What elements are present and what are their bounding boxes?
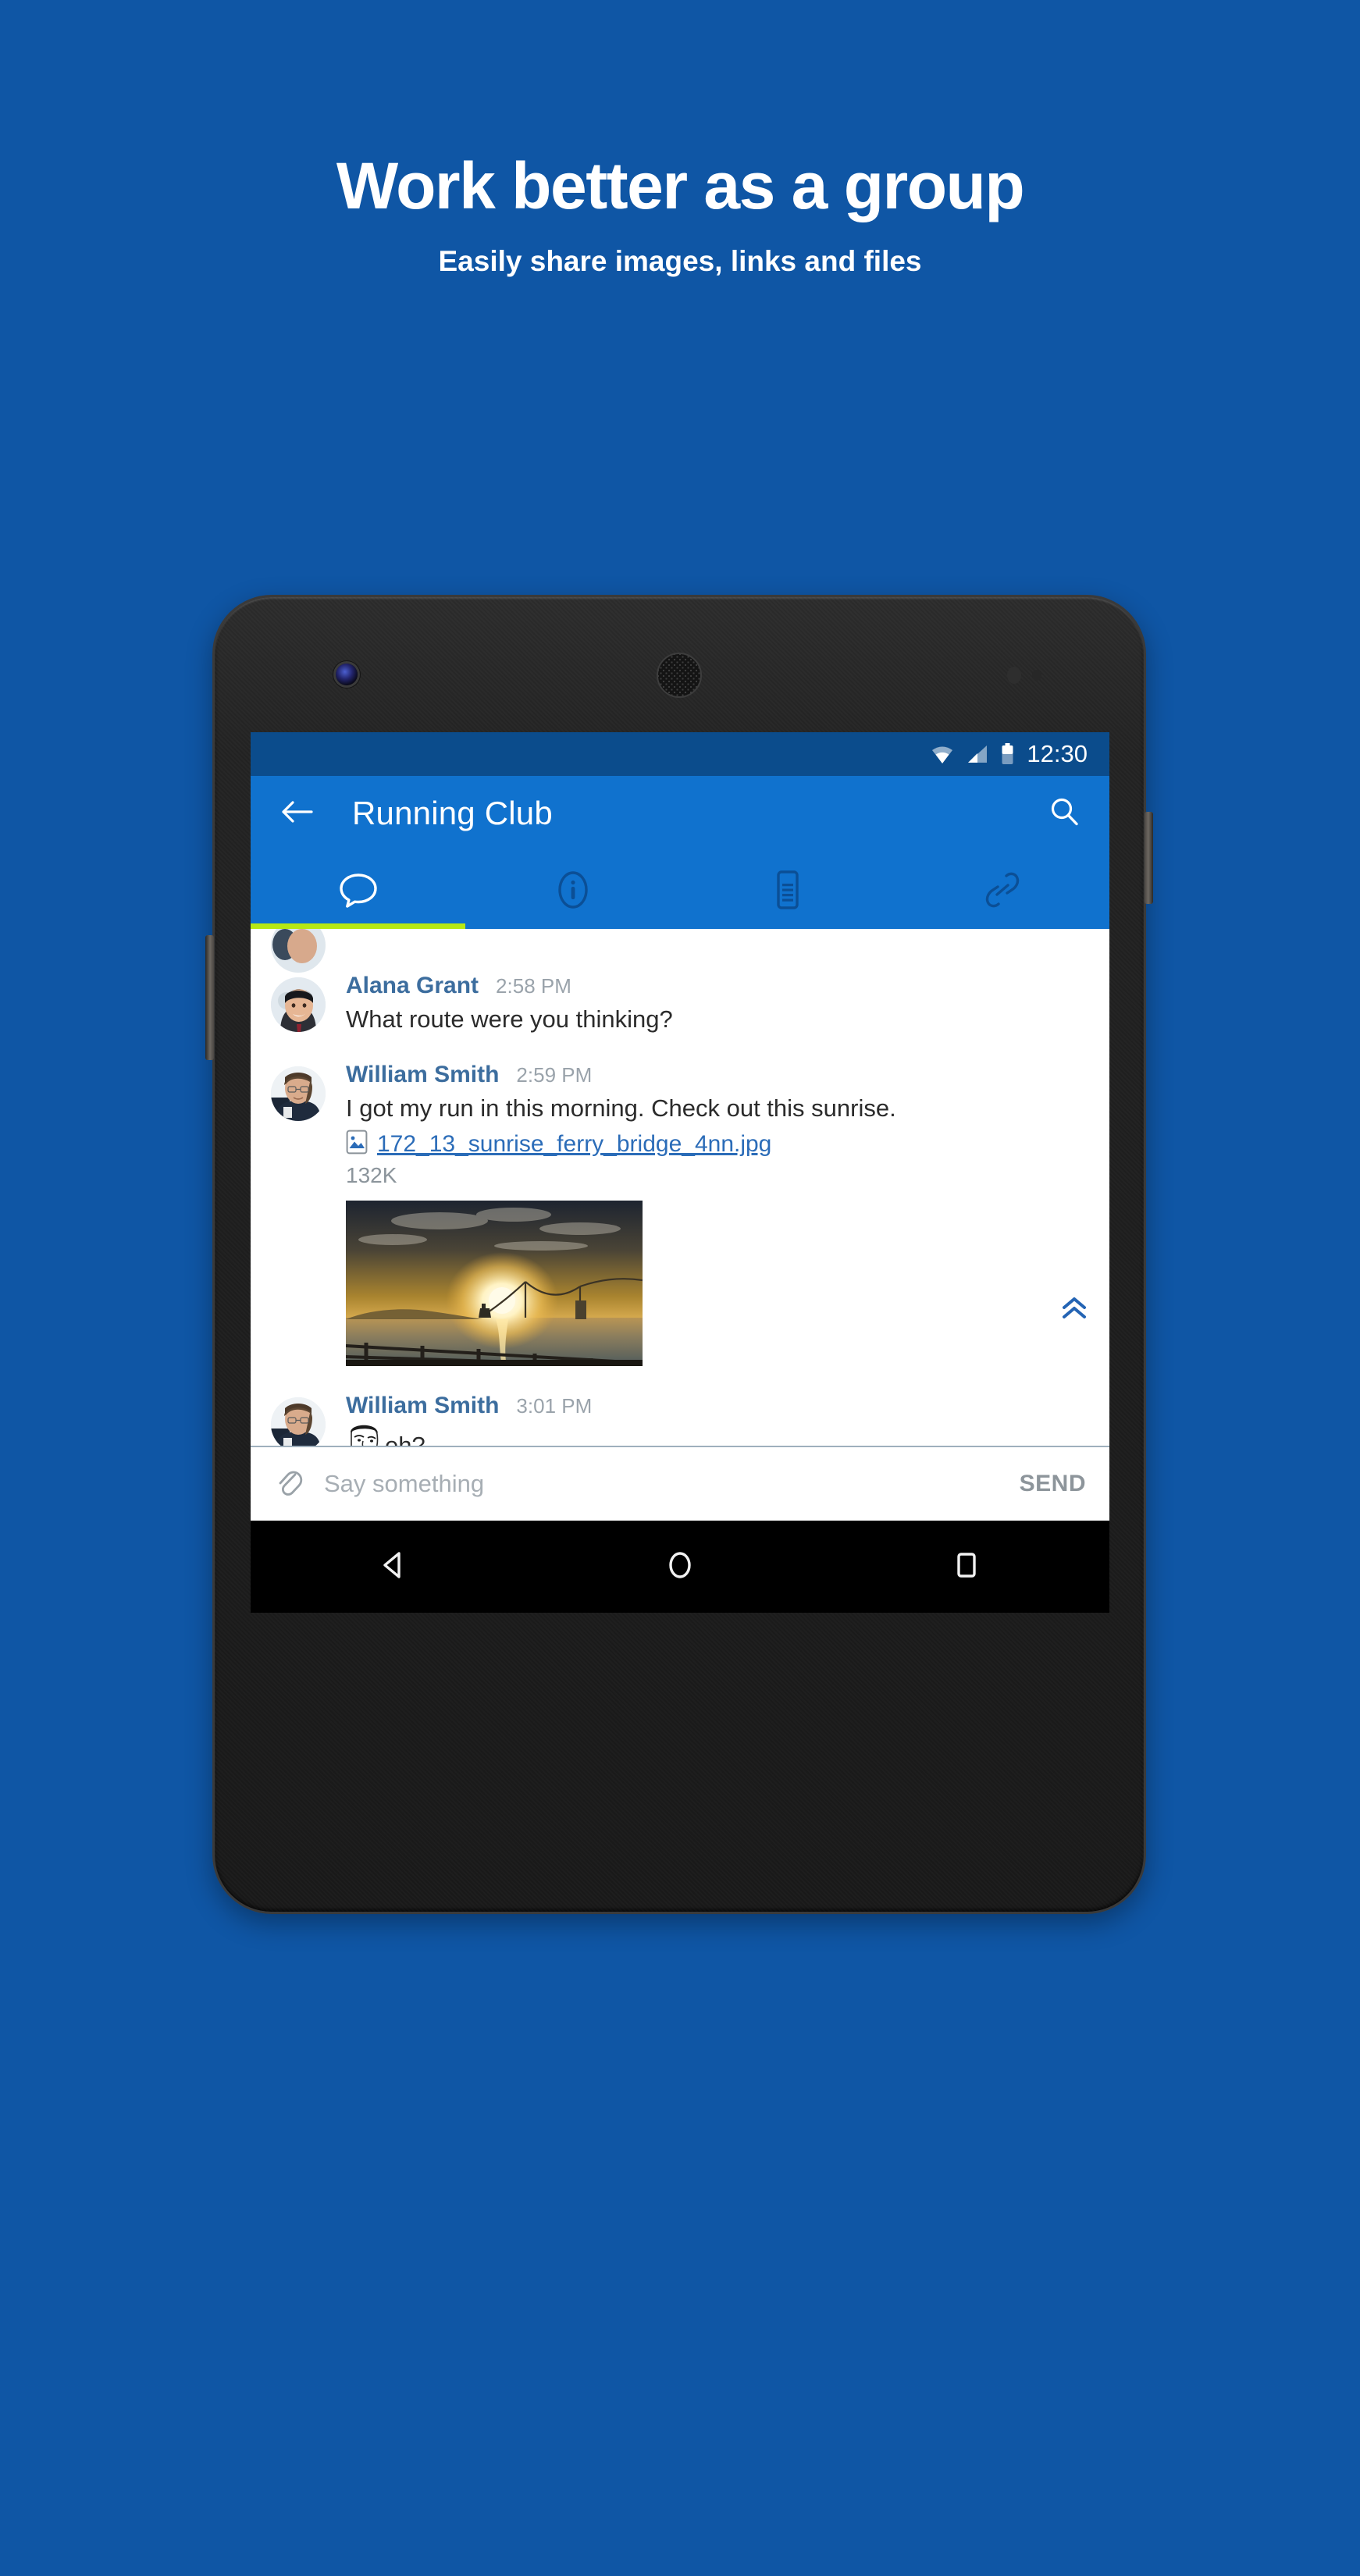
paperclip-icon[interactable] <box>274 1466 304 1503</box>
message-text: eh? <box>385 1432 425 1446</box>
nav-recents-square-icon[interactable] <box>949 1547 984 1587</box>
promo-header: Work better as a group Easily share imag… <box>0 0 1360 278</box>
light-sensor-icon <box>1032 670 1041 681</box>
message-author: Alana Grant <box>346 973 479 998</box>
attachment-filename-link[interactable]: 172_13_sunrise_ferry_bridge_4nn.jpg <box>377 1131 771 1158</box>
android-navigation-bar <box>251 1521 1109 1613</box>
tab-chat[interactable] <box>251 851 465 929</box>
list-item[interactable]: William Smith 3:01 PM eh? <box>251 1393 1109 1446</box>
message-author: William Smith <box>346 1061 500 1087</box>
tab-links[interactable] <box>895 851 1109 929</box>
not-bad-obama-emoji <box>346 1421 382 1446</box>
search-icon[interactable] <box>1048 796 1080 831</box>
phone-device-mockup: 12:30 Running Club Alana Grant 2:58 PM W… <box>205 595 1153 1914</box>
attachment-row[interactable]: 172_13_sunrise_ferry_bridge_4nn.jpg <box>346 1130 1086 1158</box>
attachment-image-preview[interactable] <box>346 1201 643 1367</box>
message-timestamp: 2:59 PM <box>516 1062 593 1087</box>
avatar <box>271 929 326 973</box>
message-timestamp: 3:01 PM <box>516 1394 593 1418</box>
front-camera-icon <box>336 664 358 685</box>
message-author: William Smith <box>346 1393 500 1419</box>
image-file-icon <box>346 1130 368 1158</box>
wifi-icon <box>931 744 954 764</box>
power-button[interactable] <box>1145 812 1153 904</box>
list-item[interactable]: William Smith 2:59 PM I got my run in th… <box>251 1062 1109 1367</box>
avatar <box>271 977 326 1032</box>
tab-info[interactable] <box>465 851 680 929</box>
phone-screen: 12:30 Running Club Alana Grant 2:58 PM W… <box>251 732 1109 1613</box>
active-tab-indicator <box>251 923 465 929</box>
proximity-sensor-icon <box>1007 667 1021 684</box>
back-arrow-icon[interactable] <box>280 799 313 829</box>
double-chevron-up-icon[interactable] <box>1061 1296 1088 1325</box>
attachment-filesize: 132K <box>346 1163 397 1188</box>
message-input[interactable]: Say something <box>324 1470 1020 1498</box>
tab-files[interactable] <box>680 851 895 929</box>
tab-bar <box>251 851 1109 929</box>
message-text: What route were you thinking? <box>346 1005 673 1033</box>
nav-home-circle-icon[interactable] <box>662 1547 698 1587</box>
page-subtitle: Easily share images, links and files <box>438 245 922 277</box>
app-bar: Running Club <box>251 776 1109 851</box>
message-text: I got my run in this morning. Check out … <box>346 1094 896 1122</box>
info-circle-icon <box>557 871 588 909</box>
message-timestamp: 2:58 PM <box>496 974 571 998</box>
message-list[interactable]: Alana Grant 2:58 PM What route were you … <box>251 929 1109 1446</box>
status-bar: 12:30 <box>251 732 1109 776</box>
list-item[interactable]: Alana Grant 2:58 PM What route were you … <box>251 973 1109 1035</box>
chat-bubble-icon <box>339 873 377 908</box>
status-bar-clock: 12:30 <box>1027 740 1088 767</box>
battery-icon <box>1001 743 1014 765</box>
earpiece-speaker-icon <box>657 653 702 698</box>
volume-button[interactable] <box>205 935 214 1060</box>
cell-signal-icon <box>967 744 988 764</box>
nav-back-triangle-icon[interactable] <box>376 1547 411 1587</box>
page-title: Work better as a group <box>336 149 1025 222</box>
link-chain-icon <box>985 872 1019 908</box>
avatar <box>271 1066 326 1121</box>
avatar <box>271 1397 326 1446</box>
message-composer[interactable]: Say something SEND <box>251 1446 1109 1521</box>
send-button[interactable]: SEND <box>1020 1471 1086 1497</box>
file-document-icon <box>776 870 799 909</box>
conversation-title: Running Club <box>352 795 553 831</box>
